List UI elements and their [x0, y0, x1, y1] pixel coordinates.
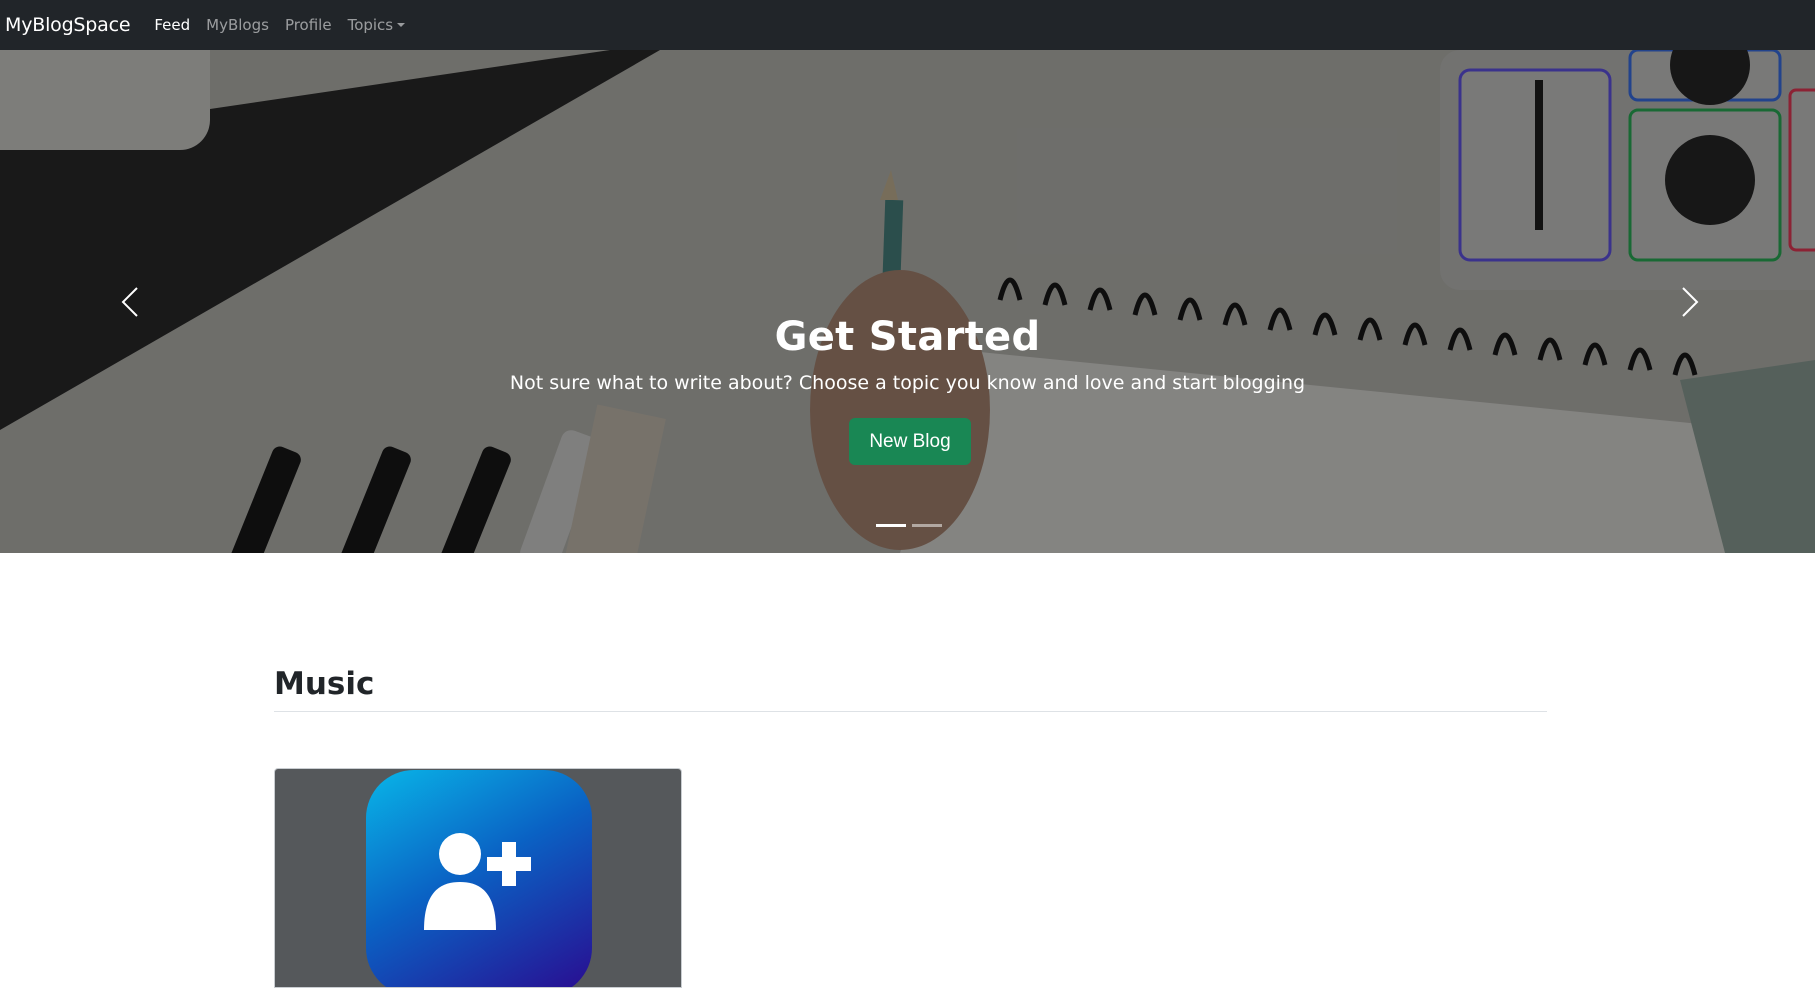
chevron-left-icon [121, 286, 138, 317]
new-blog-button[interactable]: New Blog [849, 418, 971, 465]
card-image [366, 770, 592, 987]
hero-dark-overlay [0, 50, 1815, 553]
carousel-indicator-1[interactable] [876, 524, 906, 527]
chevron-right-icon [1682, 286, 1699, 317]
hero-carousel: Get Started Not sure what to write about… [0, 50, 1815, 553]
nav-link-myblogs[interactable]: MyBlogs [206, 16, 269, 34]
carousel-indicators [876, 524, 942, 527]
carousel-next-button[interactable] [1630, 50, 1750, 553]
nav-link-feed[interactable]: Feed [154, 16, 190, 34]
nav-dropdown-topics[interactable]: Topics [348, 16, 406, 34]
brand-logo[interactable]: MyBlogSpace [5, 14, 131, 36]
blog-card[interactable] [274, 768, 682, 988]
carousel-prev-button[interactable] [70, 50, 190, 553]
navbar: MyBlogSpace Feed MyBlogs Profile Topics [0, 0, 1815, 50]
section-divider [274, 711, 1547, 712]
hero-title: Get Started [774, 314, 1041, 360]
section-title-music: Music [274, 666, 375, 702]
add-user-icon [424, 833, 531, 930]
carousel-indicator-2[interactable] [912, 524, 942, 527]
caret-down-icon [397, 23, 406, 27]
nav-link-profile[interactable]: Profile [285, 16, 332, 34]
hero-subtitle: Not sure what to write about? Choose a t… [509, 372, 1306, 394]
nav-link-topics-label: Topics [347, 16, 394, 34]
